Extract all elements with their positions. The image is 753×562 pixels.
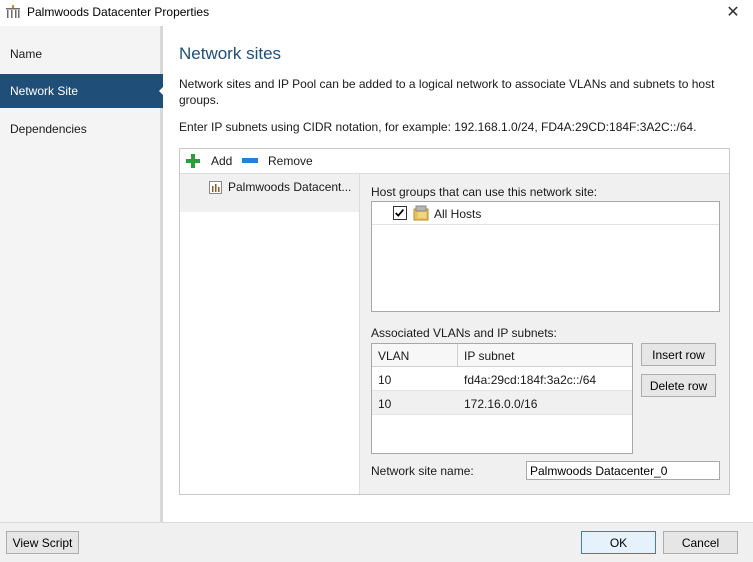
sidebar-item-name[interactable]: Name xyxy=(0,37,163,71)
remove-label: Remove xyxy=(268,154,313,168)
site-name-label: Network site name: xyxy=(371,464,474,478)
sidebar-item-label: Name xyxy=(10,47,43,61)
table-row[interactable]: 10 172.16.0.0/16 xyxy=(372,391,632,415)
ok-button[interactable]: OK xyxy=(581,531,656,554)
network-sites-panel: Add Remove Palmwoods Datacent... Host gr… xyxy=(179,148,730,495)
minus-icon xyxy=(242,158,258,163)
vlan-cell: 10 xyxy=(378,397,392,411)
network-site-list: Palmwoods Datacent... xyxy=(180,174,360,494)
page-title: Network sites xyxy=(179,44,282,63)
sidebar-item-network-site[interactable]: Network Site xyxy=(0,74,166,108)
list-item[interactable]: Palmwoods Datacent... xyxy=(180,174,359,212)
site-name-input[interactable] xyxy=(526,461,720,480)
plus-icon xyxy=(186,154,200,168)
host-groups-list: All Hosts xyxy=(371,201,720,312)
close-button[interactable]: ✕ xyxy=(713,0,753,24)
sidebar-item-label: Network Site xyxy=(10,84,79,98)
checkmark-icon xyxy=(395,209,405,217)
toolbar: Add Remove xyxy=(180,149,729,174)
cancel-button[interactable]: Cancel xyxy=(663,531,738,554)
column-header-vlan[interactable]: VLAN xyxy=(378,349,409,363)
all-hosts-checkbox[interactable] xyxy=(393,206,407,220)
title-bar: Palmwoods Datacenter Properties ✕ xyxy=(0,0,753,26)
sidebar-item-dependencies[interactable]: Dependencies xyxy=(0,112,163,146)
subnet-cell: fd4a:29cd:184f:3a2c::/64 xyxy=(464,373,597,387)
table-header: VLAN IP subnet xyxy=(372,344,632,367)
host-groups-label: Host groups that can use this network si… xyxy=(371,185,598,199)
add-label: Add xyxy=(211,154,233,168)
page-description: Network sites and IP Pool can be added t… xyxy=(179,77,715,107)
cidr-hint: Enter IP subnets using CIDR notation, fo… xyxy=(179,120,697,134)
delete-row-button[interactable]: Delete row xyxy=(641,374,716,397)
vlan-table: VLAN IP subnet 10 fd4a:29cd:184f:3a2c::/… xyxy=(371,343,633,454)
sidebar: Name Network Site Dependencies xyxy=(0,26,166,522)
host-group-label: All Hosts xyxy=(434,207,482,221)
subnet-cell: 172.16.0.0/16 xyxy=(464,397,538,411)
column-divider xyxy=(457,344,458,367)
insert-row-button[interactable]: Insert row xyxy=(641,343,716,366)
add-button[interactable]: Add xyxy=(185,153,232,169)
logical-network-icon xyxy=(6,5,20,18)
network-site-icon xyxy=(209,181,222,194)
site-label: Palmwoods Datacent... xyxy=(228,180,352,194)
remove-button[interactable]: Remove xyxy=(242,153,313,169)
column-header-ip-subnet[interactable]: IP subnet xyxy=(464,349,514,363)
vlan-cell: 10 xyxy=(378,373,392,387)
table-row[interactable]: 10 fd4a:29cd:184f:3a2c::/64 xyxy=(372,367,632,391)
sidebar-item-label: Dependencies xyxy=(10,122,87,136)
vlans-label: Associated VLANs and IP subnets: xyxy=(371,326,557,340)
view-script-button[interactable]: View Script xyxy=(6,531,79,554)
list-item: All Hosts xyxy=(372,202,719,225)
footer: View Script OK Cancel xyxy=(0,522,753,562)
main-content: Network sites Network sites and IP Pool … xyxy=(166,26,753,522)
window-title: Palmwoods Datacenter Properties xyxy=(27,5,210,19)
close-icon: ✕ xyxy=(726,4,740,21)
host-group-folder-icon xyxy=(413,205,429,221)
